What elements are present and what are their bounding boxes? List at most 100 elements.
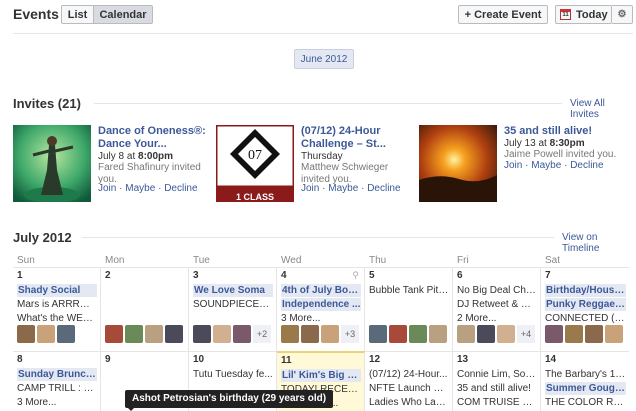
friend-avatar[interactable] bbox=[497, 325, 515, 343]
friend-avatar[interactable] bbox=[145, 325, 163, 343]
calendar-event[interactable]: We Love Soma bbox=[193, 284, 273, 297]
invite-image-dance[interactable] bbox=[13, 125, 91, 202]
more-events-link[interactable]: 2 More... bbox=[457, 312, 537, 325]
friend-avatar[interactable] bbox=[409, 325, 427, 343]
friend-avatar[interactable] bbox=[321, 325, 339, 343]
calendar-event[interactable]: Connie Lim, Soni... bbox=[457, 368, 537, 381]
more-events-link[interactable]: 3 More... bbox=[281, 312, 361, 325]
day-number: 14 bbox=[545, 354, 557, 365]
calendar-event[interactable]: Ladies Who Laun... bbox=[369, 396, 449, 409]
more-friends-count[interactable]: +2 bbox=[253, 325, 271, 343]
page-title: Events bbox=[13, 6, 59, 22]
join-link[interactable]: Join bbox=[504, 160, 522, 171]
calendar-event[interactable]: Sunday Brunch ... bbox=[17, 368, 97, 381]
friend-avatar[interactable] bbox=[369, 325, 387, 343]
friend-avatar[interactable] bbox=[57, 325, 75, 343]
calendar-event[interactable]: Mars is ARRRRRR... bbox=[17, 298, 97, 311]
decline-link[interactable]: Decline bbox=[164, 183, 197, 194]
maybe-link[interactable]: Maybe bbox=[328, 183, 358, 194]
calendar-day-14[interactable]: 14 The Barbary's 1s... Summer Gough... THE … bbox=[541, 351, 629, 411]
calendar-event[interactable]: Independence ... bbox=[281, 298, 361, 311]
friend-avatar[interactable] bbox=[125, 325, 143, 343]
view-on-timeline-link[interactable]: View on Timeline bbox=[562, 232, 636, 254]
calendar-event[interactable]: CONNECTED (SUN... bbox=[545, 312, 626, 325]
join-link[interactable]: Join bbox=[301, 183, 319, 194]
more-events-link[interactable]: 3 More... bbox=[17, 396, 97, 409]
friend-avatar[interactable] bbox=[457, 325, 475, 343]
list-view-button[interactable]: List bbox=[61, 5, 94, 24]
invite-image-sunset[interactable] bbox=[419, 125, 497, 202]
separator: · bbox=[119, 183, 123, 194]
friend-avatar[interactable] bbox=[389, 325, 407, 343]
settings-gear-button[interactable]: ⚙ bbox=[612, 5, 633, 24]
calendar-event[interactable]: What's the WERD... bbox=[17, 312, 97, 325]
calendar-event[interactable]: Bubble Tank Pitc... bbox=[369, 284, 449, 297]
calendar-event[interactable]: Tutu Tuesday fe... bbox=[193, 368, 273, 381]
invite-image-challenge[interactable]: 07 1 CLASS bbox=[216, 125, 294, 202]
calendar-event[interactable]: 35 and still alive! bbox=[457, 382, 537, 395]
separator: · bbox=[525, 160, 529, 171]
invite-title-dance[interactable]: Dance of Oneness®: Dance Your... bbox=[98, 125, 208, 151]
friend-avatar[interactable] bbox=[565, 325, 583, 343]
invite-title-alive[interactable]: 35 and still alive! bbox=[504, 125, 629, 138]
calendar-event[interactable]: NFTE Launch De... bbox=[369, 382, 449, 395]
calendar-day-5[interactable]: 5 Bubble Tank Pitc... bbox=[365, 267, 453, 351]
calendar-event[interactable]: COM TRUISE + B... bbox=[457, 396, 537, 409]
calendar-event[interactable]: Summer Gough... bbox=[545, 382, 626, 395]
calendar-event[interactable]: Lil' Kim's Big Birt... bbox=[281, 369, 361, 382]
calendar-day-3[interactable]: 3 We Love Soma SOUNDPIECES T... +2 bbox=[189, 267, 277, 351]
weekday-fri: Fri bbox=[457, 255, 469, 266]
weekday-sat: Sat bbox=[545, 255, 561, 266]
friend-avatar[interactable] bbox=[17, 325, 35, 343]
calendar-event[interactable]: No Big Deal Chill... bbox=[457, 284, 537, 297]
friend-avatar[interactable] bbox=[545, 325, 563, 343]
attendee-thumbnails bbox=[545, 325, 623, 343]
header-divider bbox=[13, 33, 633, 34]
friend-avatar[interactable] bbox=[301, 325, 319, 343]
calendar-day-4[interactable]: ⚲ 4 4th of July Booz... Independence ... 3 M… bbox=[277, 267, 365, 351]
decline-link[interactable]: Decline bbox=[570, 160, 603, 171]
friend-avatar[interactable] bbox=[281, 325, 299, 343]
weekday-sun: Sun bbox=[17, 255, 35, 266]
previous-month-button[interactable]: June 2012 bbox=[294, 49, 354, 69]
maybe-link[interactable]: Maybe bbox=[125, 183, 155, 194]
calendar-day-8[interactable]: 8 Sunday Brunch ... CAMP TRILL : BE... 3 Mo… bbox=[13, 351, 101, 411]
calendar-event[interactable]: CAMP TRILL : BE... bbox=[17, 382, 97, 395]
calendar-event[interactable]: 4th of July Booz... bbox=[281, 284, 361, 297]
calendar-event[interactable]: Punky Reggae P... bbox=[545, 298, 626, 311]
calendar-event[interactable]: The Barbary's 1s... bbox=[545, 368, 626, 381]
invite-actions-challenge: Join · Maybe · Decline bbox=[301, 183, 401, 195]
friend-avatar[interactable] bbox=[213, 325, 231, 343]
friend-avatar[interactable] bbox=[105, 325, 123, 343]
calendar-day-12[interactable]: 12 (07/12) 24-Hour... NFTE Launch De... Lad… bbox=[365, 351, 453, 411]
friend-avatar[interactable] bbox=[165, 325, 183, 343]
friend-avatar[interactable] bbox=[585, 325, 603, 343]
friend-avatar[interactable] bbox=[37, 325, 55, 343]
invite-title-challenge[interactable]: (07/12) 24-Hour Challenge – St... bbox=[301, 125, 413, 151]
calendar-event[interactable]: Birthday/House... bbox=[545, 284, 626, 297]
join-link[interactable]: Join bbox=[98, 183, 116, 194]
calendar-day-2[interactable]: 2 bbox=[101, 267, 189, 351]
calendar-view-button[interactable]: Calendar bbox=[93, 5, 153, 24]
calendar-event[interactable]: (07/12) 24-Hour... bbox=[369, 368, 449, 381]
today-button[interactable]: 11 Today bbox=[555, 5, 612, 24]
calendar-event[interactable]: SOUNDPIECES T... bbox=[193, 298, 273, 311]
friend-avatar[interactable] bbox=[233, 325, 251, 343]
calendar-day-6[interactable]: 6 No Big Deal Chill... DJ Retweet & Hy... 2… bbox=[453, 267, 541, 351]
more-friends-count[interactable]: +4 bbox=[517, 325, 535, 343]
calendar-event[interactable]: DJ Retweet & Hy... bbox=[457, 298, 537, 311]
decline-link[interactable]: Decline bbox=[367, 183, 400, 194]
friend-avatar[interactable] bbox=[605, 325, 623, 343]
maybe-link[interactable]: Maybe bbox=[531, 160, 561, 171]
create-event-button[interactable]: + Create Event bbox=[458, 5, 548, 24]
calendar-event[interactable]: THE COLOR RUN... bbox=[545, 396, 626, 409]
calendar-day-1[interactable]: 1 Shady SocialMars is ARRRRRR...What's th… bbox=[13, 267, 101, 351]
view-all-invites-link[interactable]: View All Invites bbox=[570, 98, 636, 120]
more-friends-count[interactable]: +3 bbox=[341, 325, 359, 343]
calendar-event[interactable]: Shady Social bbox=[17, 284, 97, 297]
friend-avatar[interactable] bbox=[477, 325, 495, 343]
friend-avatar[interactable] bbox=[193, 325, 211, 343]
calendar-day-7[interactable]: 7 Birthday/House... Punky Reggae P... CONNE… bbox=[541, 267, 629, 351]
calendar-day-13[interactable]: 13 Connie Lim, Soni... 35 and still alive!… bbox=[453, 351, 541, 411]
friend-avatar[interactable] bbox=[429, 325, 447, 343]
